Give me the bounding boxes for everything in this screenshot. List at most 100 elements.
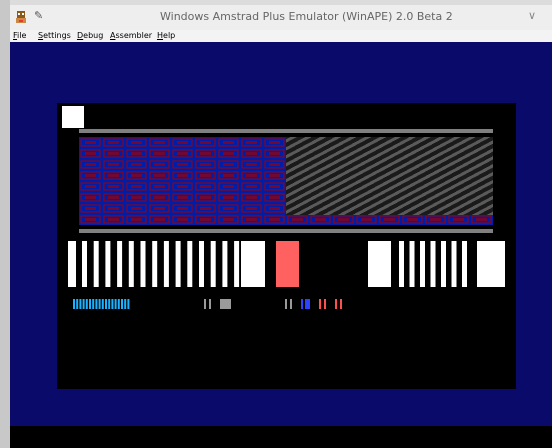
menu-file[interactable]: File <box>13 31 26 40</box>
grid-cell <box>218 215 239 224</box>
menu-help[interactable]: Help <box>157 31 175 40</box>
grid-cell <box>471 215 492 224</box>
grid-cell <box>126 149 147 158</box>
grid-cell <box>149 138 170 147</box>
grid-cell <box>103 149 124 158</box>
grid-cell <box>103 182 124 191</box>
grid-cell <box>126 182 147 191</box>
status-led-cyan <box>98 299 101 309</box>
status-led-cyan <box>117 299 120 309</box>
status-led-cyan <box>127 299 130 309</box>
pin-icon[interactable]: ✎ <box>34 9 43 22</box>
winape-app-icon[interactable] <box>14 10 28 24</box>
status-led-grey <box>290 299 292 309</box>
desktop-left-edge <box>0 0 10 448</box>
key-white <box>199 241 204 287</box>
grid-cell <box>126 171 147 180</box>
key-white <box>93 241 99 287</box>
grid-cell <box>103 193 124 202</box>
status-led-blue <box>301 299 303 309</box>
key-white <box>430 241 436 287</box>
grid-cell <box>241 215 262 224</box>
status-indicators <box>73 299 342 309</box>
grid-cell <box>103 160 124 169</box>
menu-settings[interactable]: Settings <box>38 31 71 40</box>
grid-cell <box>195 215 216 224</box>
key-white <box>241 241 265 287</box>
key-white <box>175 241 181 287</box>
grid-cell <box>126 138 147 147</box>
menu-assembler[interactable]: Assembler <box>110 31 152 40</box>
grid-cell <box>172 182 193 191</box>
key-white <box>222 241 228 287</box>
grid-cell <box>195 160 216 169</box>
status-led-cyan <box>73 299 75 309</box>
grid-cell <box>172 149 193 158</box>
grid-cell <box>218 182 239 191</box>
grid-cell <box>172 171 193 180</box>
grid-cell <box>103 171 124 180</box>
status-led-cyan <box>92 299 95 309</box>
cpc-bottom-border <box>10 426 552 448</box>
key-white <box>105 241 111 287</box>
grid-cell <box>356 215 377 224</box>
grid-cell <box>195 193 216 202</box>
grid-cell <box>264 138 285 147</box>
chevron-down-icon[interactable]: ∨ <box>528 9 536 22</box>
grid-cell <box>172 160 193 169</box>
grid-cell <box>103 138 124 147</box>
grid-cell <box>126 204 147 213</box>
grid-cell <box>149 215 170 224</box>
status-led-red <box>335 299 337 309</box>
grid-cell <box>264 160 285 169</box>
menu-debug[interactable]: Debug <box>77 31 103 40</box>
cpc-paper-area <box>57 103 516 389</box>
grid-cell <box>195 204 216 213</box>
grid-cell <box>103 204 124 213</box>
status-led-grey <box>204 299 206 309</box>
status-block-grey <box>220 299 231 309</box>
grid-cell <box>264 193 285 202</box>
grid-cell <box>149 204 170 213</box>
grid-cell <box>80 182 101 191</box>
title-bar[interactable]: ✎ Windows Amstrad Plus Emulator (WinAPE)… <box>10 5 552 30</box>
grid-cell <box>241 138 262 147</box>
key-white <box>399 241 404 287</box>
grid-cell <box>149 160 170 169</box>
grid-cell <box>172 138 193 147</box>
grid-cell <box>218 138 239 147</box>
grid-cell <box>218 149 239 158</box>
key-white <box>152 241 158 287</box>
emulator-window: ✎ Windows Amstrad Plus Emulator (WinAPE)… <box>10 5 552 448</box>
grid-cell <box>218 171 239 180</box>
grid-cell <box>149 193 170 202</box>
status-led-cyan <box>121 299 123 309</box>
emulator-display[interactable] <box>10 42 552 448</box>
status-led-red <box>340 299 342 309</box>
grid-cell <box>126 215 147 224</box>
grid-cell <box>241 160 262 169</box>
grid-cell <box>264 149 285 158</box>
grid-cell <box>149 149 170 158</box>
grid-cell <box>80 193 101 202</box>
window-title: Windows Amstrad Plus Emulator (WinAPE) 2… <box>160 10 453 23</box>
key-highlight <box>276 241 299 287</box>
keyboard-stripe <box>68 241 505 287</box>
grid-cell <box>195 149 216 158</box>
grid-cell <box>80 149 101 158</box>
key-white <box>128 241 134 287</box>
grid-cell <box>310 215 331 224</box>
status-led-cyan <box>101 299 104 309</box>
grid-cell <box>195 138 216 147</box>
grid-cell <box>103 215 124 224</box>
grid-cell <box>80 160 101 169</box>
key-white <box>234 241 240 287</box>
grid-cell <box>126 160 147 169</box>
status-led-blue <box>305 299 310 309</box>
status-led-cyan <box>105 299 107 309</box>
grid-cell <box>195 171 216 180</box>
character-grid <box>79 137 493 225</box>
status-led-cyan <box>95 299 98 309</box>
grid-cell <box>448 215 469 224</box>
status-led-cyan <box>85 299 88 309</box>
